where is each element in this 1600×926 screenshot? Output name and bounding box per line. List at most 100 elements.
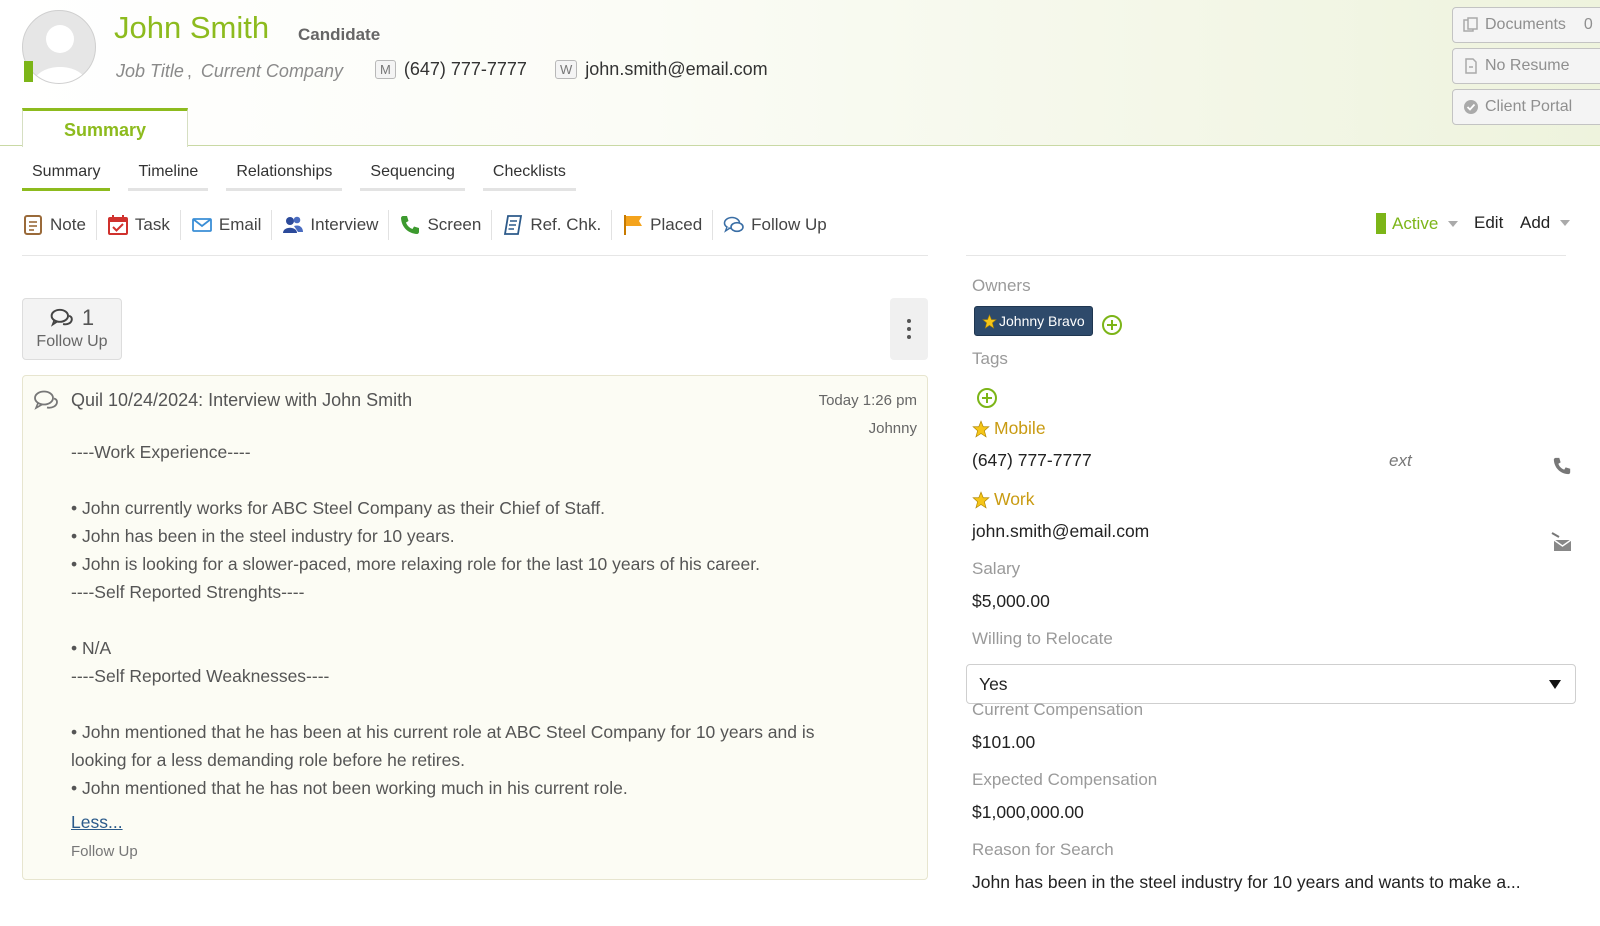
header-phone[interactable]: M (647) 777-7777 xyxy=(375,59,527,80)
checklist-icon xyxy=(504,215,523,235)
candidate-role: Candidate xyxy=(298,25,381,44)
placed-label: Placed xyxy=(650,215,703,234)
documents-count: 0 xyxy=(1583,16,1593,33)
divider xyxy=(22,255,928,256)
job-title[interactable]: Job Title xyxy=(116,61,184,81)
current-company[interactable]: Current Company xyxy=(201,61,343,81)
documents-label: Documents xyxy=(1485,16,1566,33)
screen-action[interactable]: Screen xyxy=(389,210,493,240)
salary-value[interactable]: $5,000.00 xyxy=(972,591,1050,612)
note-line: • John has been in the steel industry fo… xyxy=(71,526,455,546)
current-comp-value[interactable]: $101.00 xyxy=(972,732,1035,753)
work-label-text: Work xyxy=(994,489,1035,509)
follow-up-filter-card[interactable]: 1 Follow Up xyxy=(22,298,122,360)
placed-action[interactable]: Placed xyxy=(612,210,714,240)
status-label: Active xyxy=(1392,213,1439,233)
email-action[interactable]: Email xyxy=(181,210,273,240)
note-line: • John mentioned that he has not been wo… xyxy=(71,778,628,798)
add-tag-icon[interactable] xyxy=(977,388,997,408)
current-comp-label: Current Compensation xyxy=(972,700,1144,719)
mobile-badge: M xyxy=(375,60,396,79)
subtab-timeline[interactable]: Timeline xyxy=(128,160,209,191)
mail-send-icon[interactable] xyxy=(1551,532,1573,552)
activity-note: Quil 10/24/2024: Interview with John Smi… xyxy=(22,375,928,880)
relocate-value: Yes xyxy=(979,674,1008,694)
subtab-checklists[interactable]: Checklists xyxy=(482,160,576,191)
add-dropdown[interactable]: Add xyxy=(1520,213,1571,233)
candidate-header: John Smith Candidate Job Title, Current … xyxy=(0,0,1600,147)
note-line: looking for a less demanding role before… xyxy=(71,750,465,770)
chevron-down-icon xyxy=(1448,220,1459,227)
note-line: • John is looking for a slower-paced, mo… xyxy=(71,554,760,574)
owner-chip[interactable]: Johnny Bravo xyxy=(974,306,1093,336)
no-resume-button[interactable]: No Resume xyxy=(1452,48,1600,84)
subtabs: Summary Timeline Relationships Sequencin… xyxy=(22,160,576,191)
ref-chk-label: Ref. Chk. xyxy=(530,215,602,234)
divider xyxy=(966,255,1566,256)
email-label: Email xyxy=(218,215,262,234)
reason-value[interactable]: John has been in the steel industry for … xyxy=(972,872,1572,893)
status-dropdown[interactable]: Active xyxy=(1376,213,1459,234)
relocate-select[interactable]: Yes xyxy=(966,664,1576,704)
chat-bubbles-icon xyxy=(723,216,744,233)
star-icon xyxy=(972,490,990,509)
status-indicator xyxy=(24,61,33,82)
interview-label: Interview xyxy=(310,215,379,234)
follow-up-count: 1 xyxy=(81,305,95,330)
follow-up-action[interactable]: Follow Up xyxy=(713,210,837,240)
subtab-sequencing[interactable]: Sequencing xyxy=(360,160,465,191)
note-author: Johnny xyxy=(868,420,917,437)
tags-label: Tags xyxy=(972,349,1008,368)
follow-up-label: Follow Up xyxy=(751,215,827,234)
client-portal-button[interactable]: Client Portal xyxy=(1452,89,1600,125)
action-bar: Note Task Email Interview Screen Ref. Ch… xyxy=(22,210,837,240)
documents-button[interactable]: Documents 0 xyxy=(1452,7,1600,43)
salary-label: Salary xyxy=(972,559,1021,578)
envelope-icon xyxy=(191,218,212,232)
edit-button[interactable]: Edit xyxy=(1474,213,1503,233)
people-icon xyxy=(283,216,304,233)
expected-comp-value[interactable]: $1,000,000.00 xyxy=(972,802,1084,823)
ref-chk-action[interactable]: Ref. Chk. xyxy=(492,210,613,240)
note-line: ----Self Reported Strenghts---- xyxy=(71,582,305,602)
file-icon xyxy=(1465,58,1477,74)
note-timestamp: Today 1:26 pm xyxy=(818,392,917,409)
star-icon xyxy=(982,313,997,329)
subtab-summary[interactable]: Summary xyxy=(22,160,111,191)
client-portal-label: Client Portal xyxy=(1485,98,1573,115)
note-label: Note xyxy=(50,215,86,234)
job-line: Job Title, Current Company xyxy=(116,61,343,82)
check-badge-icon xyxy=(1464,100,1478,114)
tab-summary-main[interactable]: Summary xyxy=(22,108,188,147)
note-line xyxy=(71,466,901,494)
screen-label: Screen xyxy=(427,215,482,234)
person-silhouette-icon xyxy=(33,25,87,83)
chat-bubbles-icon xyxy=(34,390,58,410)
task-label: Task xyxy=(134,215,170,234)
phone-icon[interactable] xyxy=(1552,456,1572,476)
mobile-value[interactable]: (647) 777-7777 xyxy=(972,450,1092,471)
interview-action[interactable]: Interview xyxy=(272,210,390,240)
header-email[interactable]: W john.smith@email.com xyxy=(555,59,768,80)
less-link[interactable]: Less... xyxy=(71,812,123,833)
note-line: • John mentioned that he has been at his… xyxy=(71,722,815,742)
relocate-label: Willing to Relocate xyxy=(972,629,1113,648)
subtab-relationships[interactable]: Relationships xyxy=(226,160,343,191)
star-icon xyxy=(972,419,990,438)
add-owner-icon[interactable] xyxy=(1102,315,1122,335)
phone-icon xyxy=(401,216,420,234)
note-line: ----Self Reported Weaknesses---- xyxy=(71,666,330,686)
reason-label: Reason for Search xyxy=(972,840,1114,859)
task-action[interactable]: Task xyxy=(97,210,181,240)
more-vertical-icon[interactable] xyxy=(890,298,928,360)
chevron-down-icon xyxy=(1549,680,1561,689)
header-email-value[interactable]: john.smith@email.com xyxy=(585,59,767,80)
avatar[interactable] xyxy=(22,10,96,84)
note-action[interactable]: Note xyxy=(22,210,97,240)
work-email-value[interactable]: john.smith@email.com xyxy=(972,521,1149,542)
chevron-down-icon xyxy=(1560,220,1571,226)
mobile-label: Mobile xyxy=(972,418,1046,439)
edit-label: Edit xyxy=(1474,213,1504,232)
job-separator: , xyxy=(186,61,192,81)
header-phone-value[interactable]: (647) 777-7777 xyxy=(404,59,527,80)
